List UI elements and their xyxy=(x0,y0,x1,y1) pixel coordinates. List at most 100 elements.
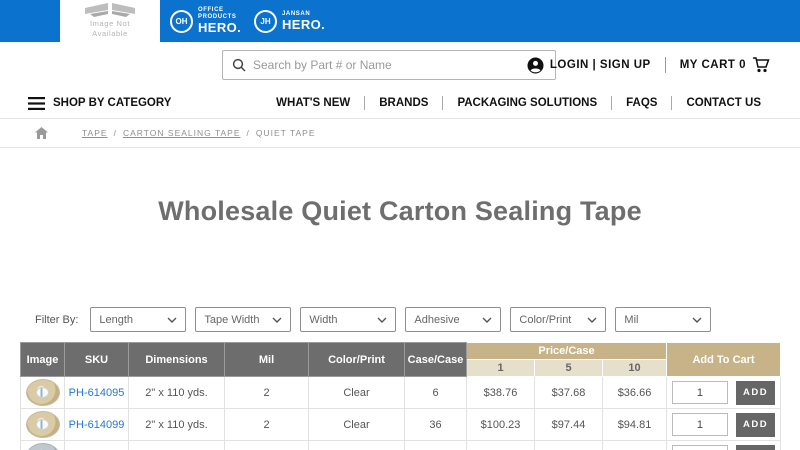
color-print-cell xyxy=(308,440,405,450)
col-header-color-print: Color/Print xyxy=(308,342,405,377)
filter-color-print-dropdown[interactable]: Color/Print xyxy=(510,307,607,332)
filter-width-dropdown[interactable]: Width xyxy=(300,307,397,332)
breadcrumb: TAPE / CARTON SEALING TAPE / QUIET TAPE xyxy=(0,118,800,148)
quantity-input[interactable] xyxy=(671,445,728,450)
chevron-down-icon xyxy=(692,317,702,323)
office-products-hero-logo[interactable]: OH OFFICE PRODUCTS HERO. xyxy=(170,0,241,42)
brand-line: HERO. xyxy=(198,20,242,36)
products-table: Image SKU Dimensions Mil Color/Print Cas… xyxy=(20,342,782,450)
price-5-cell: $97.44 xyxy=(534,408,603,441)
price-tier-5: 5 xyxy=(534,359,603,377)
add-to-cart-cell: ADD xyxy=(666,440,782,450)
chevron-down-icon xyxy=(377,317,387,323)
col-header-mil: Mil xyxy=(224,342,309,377)
sku-link[interactable]: PH-614099 xyxy=(69,419,125,431)
col-header-case-case: Case/Case xyxy=(404,342,467,377)
account-area: LOGIN | SIGN UP MY CART 0 xyxy=(527,42,770,88)
header-row: LOGIN | SIGN UP MY CART 0 xyxy=(0,42,800,88)
mil-cell xyxy=(224,440,309,450)
quantity-input[interactable] xyxy=(671,413,728,436)
nav-faqs[interactable]: FAQS xyxy=(612,97,671,109)
filter-width-value: Width xyxy=(309,313,338,326)
store-logo[interactable]: Image Not Available xyxy=(60,0,160,42)
shop-by-category-label: SHOP BY CATEGORY xyxy=(53,97,172,109)
product-image[interactable] xyxy=(25,379,60,406)
breadcrumb-tape[interactable]: TAPE xyxy=(82,128,108,138)
filter-mil-value: Mil xyxy=(624,313,639,326)
col-header-dimensions: Dimensions xyxy=(128,342,225,377)
my-cart-link[interactable]: MY CART 0 xyxy=(680,59,746,71)
sku-link[interactable]: PH-614095 xyxy=(69,387,125,399)
price-5-cell xyxy=(534,440,603,450)
filter-tape-width-dropdown[interactable]: Tape Width xyxy=(195,307,292,332)
filter-mil-dropdown[interactable]: Mil xyxy=(615,307,712,332)
filter-tape-width-value: Tape Width xyxy=(204,313,260,326)
cart-icon[interactable] xyxy=(752,57,770,73)
dimensions-cell: 2" x 110 yds. xyxy=(128,376,225,409)
brand-line: OFFICE xyxy=(198,6,224,13)
nav-whats-new[interactable]: WHAT'S NEW xyxy=(262,97,364,109)
add-to-cart-button[interactable]: ADD xyxy=(736,380,776,405)
main-nav: SHOP BY CATEGORY WHAT'S NEW BRANDS PACKA… xyxy=(0,88,800,118)
mil-cell: 2 xyxy=(224,408,309,441)
price-tier-1: 1 xyxy=(466,359,535,377)
nav-packaging-solutions[interactable]: PACKAGING SOLUTIONS xyxy=(443,97,611,109)
chevron-down-icon xyxy=(482,317,492,323)
filter-adhesive-dropdown[interactable]: Adhesive xyxy=(405,307,502,332)
user-icon xyxy=(527,57,544,74)
search-box xyxy=(222,50,556,80)
price-10-cell: $94.81 xyxy=(601,408,668,441)
nav-brands[interactable]: BRANDS xyxy=(365,97,442,109)
dimensions-cell: 2" x 110 yds. xyxy=(128,408,225,441)
page-title: Wholesale Quiet Carton Sealing Tape xyxy=(158,196,642,226)
quantity-input[interactable] xyxy=(671,381,728,404)
price-tier-10: 10 xyxy=(601,359,668,377)
home-icon[interactable] xyxy=(35,127,48,139)
price-1-cell xyxy=(466,440,535,450)
price-1-cell: $100.23 xyxy=(466,408,535,441)
col-header-sku: SKU xyxy=(64,342,129,377)
table-row: ADD xyxy=(20,440,782,450)
add-to-cart-cell: ADD xyxy=(666,376,782,409)
breadcrumb-quiet-tape: QUIET TAPE xyxy=(255,128,316,138)
shop-by-category-button[interactable]: SHOP BY CATEGORY xyxy=(28,88,171,118)
price-1-cell: $38.76 xyxy=(466,376,535,409)
box-placeholder-icon xyxy=(84,3,136,18)
price-5-cell: $37.68 xyxy=(534,376,603,409)
oh-circle-icon: OH xyxy=(170,9,193,33)
filter-by-label: Filter By: xyxy=(35,313,79,326)
case-cell xyxy=(404,440,467,450)
search-icon xyxy=(232,58,246,72)
product-image[interactable] xyxy=(25,411,60,438)
filter-color-print-value: Color/Print xyxy=(519,313,572,326)
add-to-cart-button[interactable]: ADD xyxy=(736,444,776,450)
chevron-down-icon xyxy=(587,317,597,323)
product-image[interactable] xyxy=(25,443,60,450)
mil-cell: 2 xyxy=(224,376,309,409)
breadcrumb-separator: / xyxy=(113,128,117,138)
filter-length-value: Length xyxy=(99,313,134,326)
divider xyxy=(664,57,666,73)
search-input[interactable] xyxy=(253,58,546,72)
chevron-down-icon xyxy=(272,317,282,323)
dimensions-cell xyxy=(128,440,225,450)
color-print-cell: Clear xyxy=(308,376,405,409)
filter-length-dropdown[interactable]: Length xyxy=(90,307,187,332)
jansan-hero-logo[interactable]: JH JANSAN HERO. xyxy=(254,0,325,42)
case-cell: 36 xyxy=(404,408,467,441)
nav-links: WHAT'S NEW BRANDS PACKAGING SOLUTIONS FA… xyxy=(262,88,775,118)
breadcrumb-carton-sealing-tape[interactable]: CARTON SEALING TAPE xyxy=(123,128,241,138)
jh-circle-icon: JH xyxy=(254,9,277,33)
price-10-cell xyxy=(601,440,668,450)
filter-bar: Filter By: Length Tape Width Width Adhes… xyxy=(35,307,800,332)
case-cell: 6 xyxy=(404,376,467,409)
add-to-cart-button[interactable]: ADD xyxy=(736,412,776,437)
table-row: PH-614099 2" x 110 yds. 2 Clear 36 $100.… xyxy=(20,408,782,441)
hamburger-icon xyxy=(28,96,45,110)
nav-contact-us[interactable]: CONTACT US xyxy=(672,97,775,109)
table-row: PH-614095 2" x 110 yds. 2 Clear 6 $38.76… xyxy=(20,376,782,409)
col-header-price-case: Price/Case xyxy=(465,342,668,360)
add-to-cart-cell: ADD xyxy=(666,408,782,441)
login-signup-link[interactable]: LOGIN | SIGN UP xyxy=(550,59,651,71)
price-10-cell: $36.66 xyxy=(601,376,668,409)
